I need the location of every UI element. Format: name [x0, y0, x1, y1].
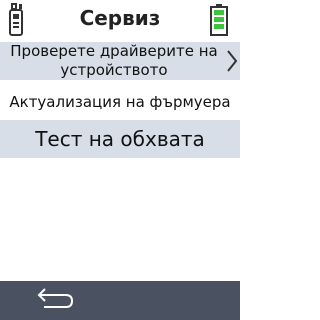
chevron-right-icon — [227, 50, 238, 72]
page-title: Сервиз — [79, 6, 161, 30]
header-bar: Сервиз — [0, 0, 240, 40]
battery-full-icon — [210, 4, 228, 36]
menu-item-label: Актуализация на фърмуера — [9, 93, 231, 111]
back-arrow-icon[interactable] — [30, 287, 76, 315]
menu-item-label-line2: устройството — [60, 61, 168, 79]
menu-item-range-test[interactable]: Тест на обхвата — [0, 120, 240, 158]
menu-item-label-line1: Проверете драйверите на — [10, 42, 218, 60]
footer-bar — [0, 281, 240, 320]
menu-item-label: Тест на обхвата — [35, 127, 205, 151]
menu-item-check-drivers[interactable]: Проверете драйверите на устройството — [0, 42, 240, 80]
menu-item-firmware-update[interactable]: Актуализация на фърмуера — [0, 86, 240, 118]
menu-item-label: Проверете драйверите на устройството — [0, 42, 228, 80]
